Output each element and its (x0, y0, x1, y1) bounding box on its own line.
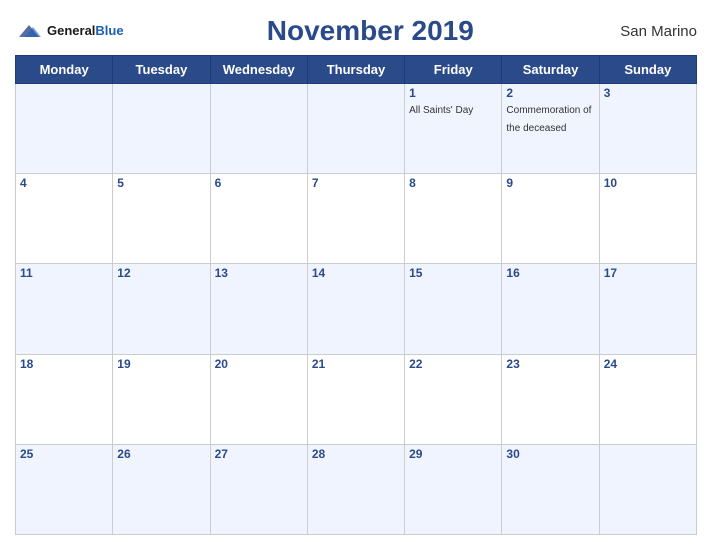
day-number: 11 (20, 266, 108, 280)
calendar-grid: MondayTuesdayWednesdayThursdayFridaySatu… (15, 55, 697, 535)
country-label: San Marino (617, 23, 697, 40)
calendar-day-cell: 21 (307, 354, 404, 444)
day-number: 22 (409, 357, 497, 371)
calendar-day-cell: 16 (502, 264, 599, 354)
day-number: 24 (604, 357, 692, 371)
calendar-day-cell: 20 (210, 354, 307, 444)
calendar-day-cell: 18 (16, 354, 113, 444)
calendar-day-cell (210, 84, 307, 174)
day-number: 12 (117, 266, 205, 280)
day-number: 8 (409, 176, 497, 190)
calendar-day-cell (16, 84, 113, 174)
weekday-header-thursday: Thursday (307, 56, 404, 84)
weekday-header-friday: Friday (405, 56, 502, 84)
calendar-week-row: 25 26 27 28 29 30 (16, 444, 697, 534)
day-number: 1 (409, 86, 497, 100)
day-number: 3 (604, 86, 692, 100)
day-number: 6 (215, 176, 303, 190)
calendar-day-cell: 23 (502, 354, 599, 444)
day-number: 14 (312, 266, 400, 280)
day-number: 30 (506, 447, 594, 461)
day-number: 27 (215, 447, 303, 461)
calendar-day-cell: 8 (405, 174, 502, 264)
calendar-day-cell: 28 (307, 444, 404, 534)
weekday-header-saturday: Saturday (502, 56, 599, 84)
logo-blue: Blue (95, 23, 123, 38)
calendar-day-cell: 12 (113, 264, 210, 354)
calendar-day-cell: 10 (599, 174, 696, 264)
calendar-header: GeneralBlue November 2019 San Marino (15, 10, 697, 55)
day-number: 10 (604, 176, 692, 190)
calendar-day-cell: 15 (405, 264, 502, 354)
day-number: 26 (117, 447, 205, 461)
day-number: 28 (312, 447, 400, 461)
day-number: 23 (506, 357, 594, 371)
calendar-day-cell: 6 (210, 174, 307, 264)
calendar-day-cell: 14 (307, 264, 404, 354)
calendar-day-cell: 30 (502, 444, 599, 534)
day-number: 7 (312, 176, 400, 190)
calendar-day-cell: 13 (210, 264, 307, 354)
calendar-week-row: 1 All Saints' Day 2 Commemoration of the de… (16, 84, 697, 174)
holiday-label: All Saints' Day (409, 105, 473, 116)
day-number: 20 (215, 357, 303, 371)
day-number: 19 (117, 357, 205, 371)
calendar-week-row: 18 19 20 21 22 23 24 (16, 354, 697, 444)
calendar-day-cell: 3 (599, 84, 696, 174)
day-number: 17 (604, 266, 692, 280)
calendar-day-cell: 25 (16, 444, 113, 534)
calendar-day-cell: 7 (307, 174, 404, 264)
calendar-day-cell: 27 (210, 444, 307, 534)
logo-text: GeneralBlue (47, 24, 124, 38)
logo: GeneralBlue (15, 19, 124, 43)
calendar-day-cell: 22 (405, 354, 502, 444)
weekday-header-monday: Monday (16, 56, 113, 84)
logo-general: General (47, 23, 95, 38)
calendar-day-cell: 2 Commemoration of the deceased (502, 84, 599, 174)
day-number: 25 (20, 447, 108, 461)
calendar-day-cell: 29 (405, 444, 502, 534)
calendar-day-cell: 17 (599, 264, 696, 354)
calendar-day-cell (307, 84, 404, 174)
calendar-week-row: 11 12 13 14 15 16 17 (16, 264, 697, 354)
day-number: 4 (20, 176, 108, 190)
calendar-day-cell: 24 (599, 354, 696, 444)
weekday-header-tuesday: Tuesday (113, 56, 210, 84)
calendar-day-cell: 9 (502, 174, 599, 264)
calendar-day-cell: 4 (16, 174, 113, 264)
calendar-day-cell: 11 (16, 264, 113, 354)
calendar-day-cell: 19 (113, 354, 210, 444)
calendar-week-row: 456789 10 (16, 174, 697, 264)
day-number: 18 (20, 357, 108, 371)
calendar-day-cell: 1 All Saints' Day (405, 84, 502, 174)
calendar-day-cell (599, 444, 696, 534)
weekday-header-sunday: Sunday (599, 56, 696, 84)
day-number: 21 (312, 357, 400, 371)
day-number: 2 (506, 86, 594, 100)
day-number: 16 (506, 266, 594, 280)
day-number: 15 (409, 266, 497, 280)
day-number: 29 (409, 447, 497, 461)
calendar-day-cell: 26 (113, 444, 210, 534)
logo-bird-icon (15, 19, 43, 43)
calendar-day-cell (113, 84, 210, 174)
day-number: 13 (215, 266, 303, 280)
weekday-header-row: MondayTuesdayWednesdayThursdayFridaySatu… (16, 56, 697, 84)
day-number: 9 (506, 176, 594, 190)
weekday-header-wednesday: Wednesday (210, 56, 307, 84)
day-number: 5 (117, 176, 205, 190)
calendar-title: November 2019 (124, 15, 617, 47)
holiday-label: Commemoration of the deceased (506, 105, 591, 134)
calendar-day-cell: 5 (113, 174, 210, 264)
